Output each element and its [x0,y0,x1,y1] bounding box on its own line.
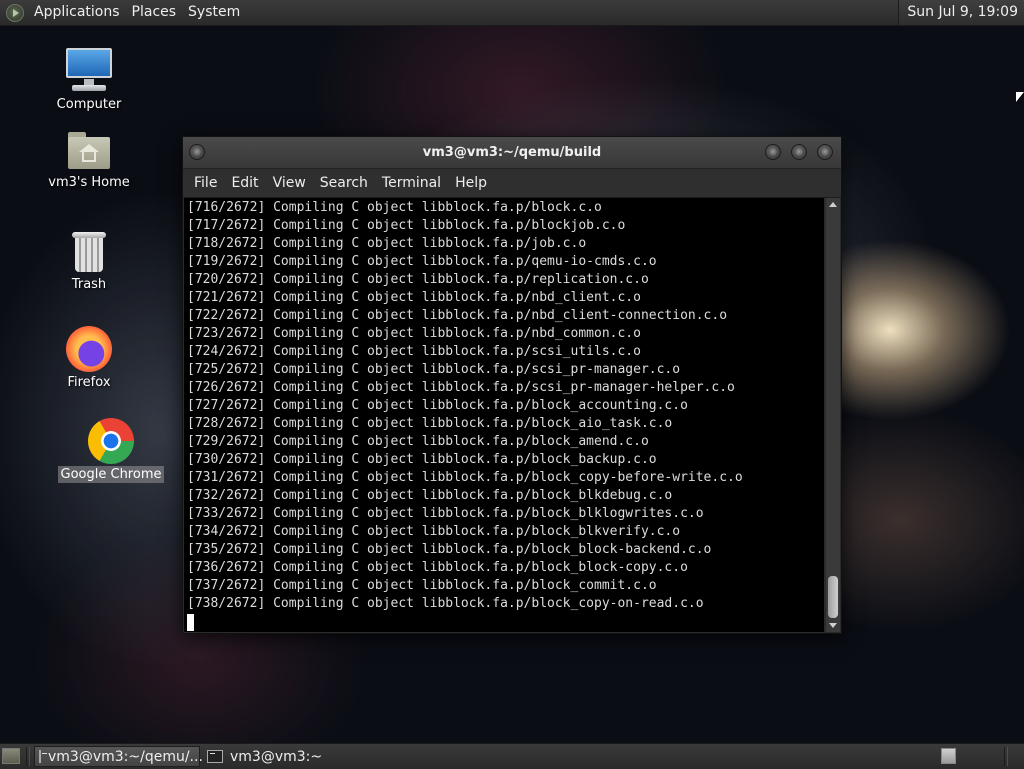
terminal-prompt-line [187,613,824,631]
applications-logo-icon[interactable] [6,3,24,22]
terminal-line: [735/2672] Compiling C object libblock.f… [187,542,712,557]
desktop-icon-label: vm3's Home [48,175,130,190]
taskbar-item-terminal-home[interactable]: vm3@vm3:~ [203,746,353,767]
terminal-line: [731/2672] Compiling C object libblock.f… [187,470,743,485]
desktop-icon-trash[interactable]: Trash [34,228,144,293]
terminal-line: [730/2672] Compiling C object libblock.f… [187,452,657,467]
desktop-icon-label: Trash [71,277,107,292]
taskbar-item-terminal-build[interactable]: vm3@vm3:~/qemu/... [34,746,203,767]
terminal-line: [717/2672] Compiling C object libblock.f… [187,218,626,233]
terminal-line: [729/2672] Compiling C object libblock.f… [187,434,649,449]
terminal-line: [727/2672] Compiling C object libblock.f… [187,398,688,413]
terminal-line: [728/2672] Compiling C object libblock.f… [187,416,673,431]
menu-edit[interactable]: Edit [224,175,265,191]
terminal-line: [725/2672] Compiling C object libblock.f… [187,362,681,377]
menu-places[interactable]: Places [126,0,183,25]
terminal-line: [719/2672] Compiling C object libblock.f… [187,254,657,269]
menu-system[interactable]: System [182,0,246,25]
panel-separator [1004,747,1008,766]
terminal-line: [721/2672] Compiling C object libblock.f… [187,290,641,305]
desktop-icon-home[interactable]: vm3's Home [34,130,144,191]
bottom-panel: vm3@vm3:~/qemu/... vm3@vm3:~ [0,743,1024,769]
panel-separator [26,747,30,766]
text-cursor [187,614,194,631]
menu-terminal[interactable]: Terminal [375,175,448,191]
terminal-line: [732/2672] Compiling C object libblock.f… [187,488,673,503]
desktop-icon-computer[interactable]: Computer [34,46,144,113]
mouse-pointer-icon [1016,92,1024,102]
close-button[interactable] [817,144,833,160]
home-folder-icon [66,130,112,172]
menu-help[interactable]: Help [448,175,494,191]
terminal-line: [720/2672] Compiling C object libblock.f… [187,272,649,287]
terminal-icon [39,750,47,763]
terminal-line: [733/2672] Compiling C object libblock.f… [187,506,704,521]
clock[interactable]: Sun Jul 9, 19:09 [898,0,1024,25]
menu-file[interactable]: File [187,175,224,191]
minimize-button[interactable] [765,144,781,160]
terminal-window: vm3@vm3:~/qemu/build File Edit View Sear… [182,136,842,634]
terminal-line: [716/2672] Compiling C object libblock.f… [187,200,602,215]
terminal-icon [207,750,223,763]
trash-icon [69,228,109,274]
desktop-icon-label: Firefox [67,375,111,390]
scroll-up-arrow-icon[interactable] [829,202,837,207]
workspace-switcher[interactable] [941,748,956,764]
desktop-icon-chrome[interactable]: Google Chrome [56,418,166,483]
terminal-menubar: File Edit View Search Terminal Help [183,169,841,198]
desktop-icon-firefox[interactable]: Firefox [34,326,144,391]
chrome-icon [88,418,134,464]
terminal-line: [722/2672] Compiling C object libblock.f… [187,308,728,323]
window-title: vm3@vm3:~/qemu/build [422,145,602,160]
terminal-line: [723/2672] Compiling C object libblock.f… [187,326,641,341]
terminal-line: [737/2672] Compiling C object libblock.f… [187,578,657,593]
menu-search[interactable]: Search [313,175,375,191]
menu-view[interactable]: View [266,175,313,191]
terminal-line: [718/2672] Compiling C object libblock.f… [187,236,587,251]
terminal-line: [736/2672] Compiling C object libblock.f… [187,560,688,575]
scroll-down-arrow-icon[interactable] [829,623,837,628]
terminal-output[interactable]: [716/2672] Compiling C object libblock.f… [184,198,824,632]
terminal-line: [738/2672] Compiling C object libblock.f… [187,596,704,611]
desktop-icon-label: Computer [56,97,122,112]
scrollbar-thumb[interactable] [828,576,838,618]
terminal-scrollbar[interactable] [826,198,840,632]
terminal-line: [724/2672] Compiling C object libblock.f… [187,344,641,359]
taskbar-item-label: vm3@vm3:~/qemu/... [48,748,203,765]
menu-applications[interactable]: Applications [28,0,126,25]
show-desktop-icon[interactable] [2,748,20,764]
computer-icon [64,46,114,94]
desktop-icon-label: Google Chrome [57,466,165,483]
firefox-icon [66,326,112,372]
window-titlebar[interactable]: vm3@vm3:~/qemu/build [183,137,841,169]
taskbar-item-label: vm3@vm3:~ [230,748,323,765]
terminal-line: [734/2672] Compiling C object libblock.f… [187,524,681,539]
top-panel: Applications Places System Sun Jul 9, 19… [0,0,1024,26]
maximize-button[interactable] [791,144,807,160]
terminal-line: [726/2672] Compiling C object libblock.f… [187,380,735,395]
